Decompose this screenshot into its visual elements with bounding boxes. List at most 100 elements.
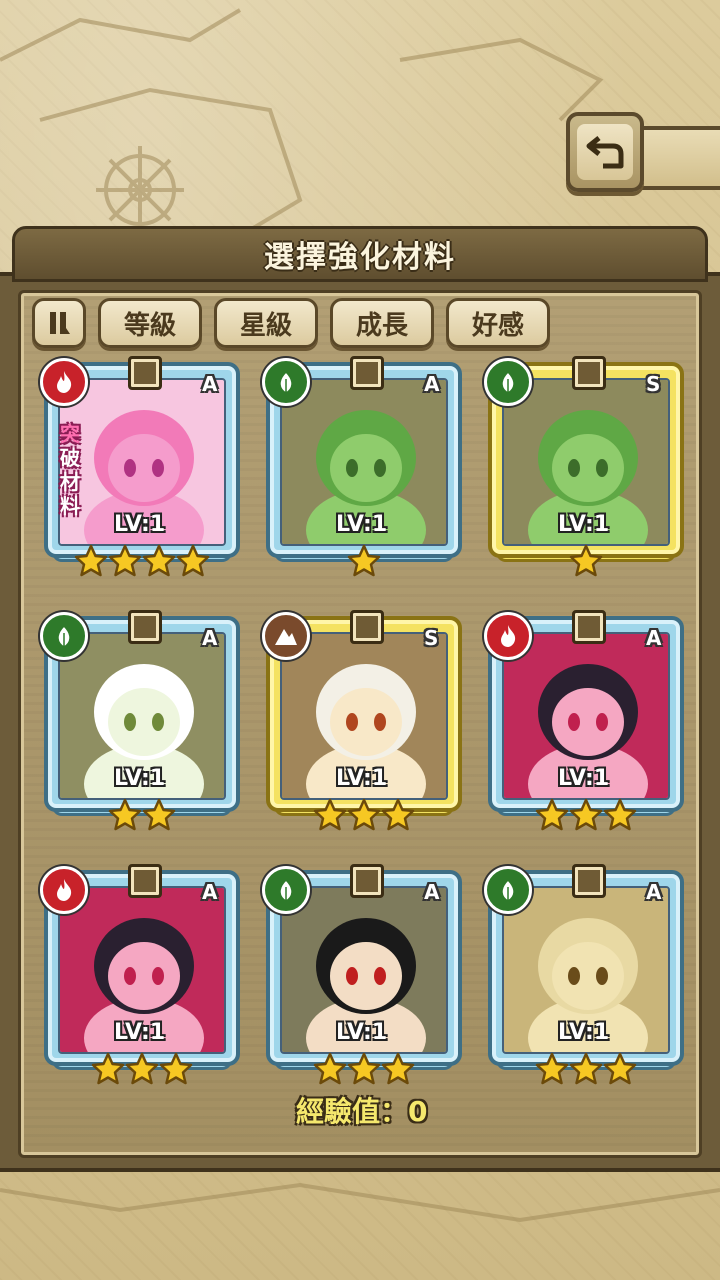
rank-label: A	[202, 626, 218, 650]
material-card[interactable]: LV:1 A	[40, 610, 240, 838]
filter-toggle-button[interactable]	[32, 298, 86, 348]
star-icon	[142, 544, 176, 577]
star-icon	[347, 798, 381, 831]
star-icon	[159, 1052, 193, 1085]
leaf-element-icon	[57, 624, 71, 648]
select-checkbox[interactable]	[350, 610, 384, 644]
breakthrough-char: 材	[60, 470, 80, 494]
rank-label: A	[646, 880, 662, 904]
sort-level-button[interactable]: 等級	[98, 298, 202, 348]
rank-label: S	[424, 626, 439, 650]
star-icon	[347, 544, 381, 577]
material-card[interactable]: LV:1 A	[262, 356, 462, 584]
star-icon	[108, 798, 142, 831]
star-icon	[347, 1052, 381, 1085]
fire-element-badge	[40, 358, 88, 406]
star-rating	[44, 1052, 240, 1086]
rank-label: A	[424, 880, 440, 904]
star-rating	[488, 798, 684, 832]
level-label: LV:1	[114, 512, 166, 537]
level-label: LV:1	[336, 1020, 388, 1045]
level-label: LV:1	[336, 766, 388, 791]
breakthrough-char: 突	[60, 422, 80, 446]
fire-element-badge	[484, 612, 532, 660]
rank-label: A	[646, 626, 662, 650]
rank-label: A	[202, 372, 218, 396]
material-card[interactable]: LV:1 A	[484, 610, 684, 838]
rank-label: A	[202, 880, 218, 904]
star-rating	[44, 798, 240, 832]
star-icon	[381, 1052, 415, 1085]
star-icon	[108, 544, 142, 577]
star-icon	[535, 1052, 569, 1085]
sort-star-button[interactable]: 星級	[214, 298, 318, 348]
fire-element-icon	[501, 625, 516, 647]
select-checkbox[interactable]	[572, 864, 606, 898]
star-icon	[313, 798, 347, 831]
earth-element-badge	[262, 612, 310, 660]
star-icon	[142, 798, 176, 831]
select-checkbox[interactable]	[572, 610, 606, 644]
pause-bars-icon	[50, 312, 70, 334]
level-label: LV:1	[558, 1020, 610, 1045]
leaf-element-icon	[501, 370, 515, 394]
select-checkbox[interactable]	[350, 864, 384, 898]
star-icon	[535, 798, 569, 831]
breakthrough-material-label: 突破材料	[58, 422, 82, 518]
star-icon	[74, 544, 108, 577]
back-button[interactable]	[566, 112, 644, 192]
leaf-element-badge	[40, 612, 88, 660]
sort-growth-button[interactable]: 成長	[330, 298, 434, 348]
leaf-element-icon	[501, 878, 515, 902]
material-card[interactable]: LV:1 A	[484, 864, 684, 1092]
star-icon	[176, 544, 210, 577]
select-checkbox[interactable]	[128, 356, 162, 390]
star-rating	[266, 1052, 462, 1086]
star-rating	[488, 1052, 684, 1086]
select-checkbox[interactable]	[128, 610, 162, 644]
level-label: LV:1	[336, 512, 388, 537]
material-card[interactable]: LV:1 S	[484, 356, 684, 584]
select-checkbox[interactable]	[350, 356, 384, 390]
return-arrow-icon	[586, 136, 624, 169]
star-icon	[603, 1052, 637, 1085]
star-icon	[125, 1052, 159, 1085]
level-label: LV:1	[114, 1020, 166, 1045]
material-card[interactable]: LV:1 A	[262, 864, 462, 1092]
star-icon	[569, 544, 603, 577]
select-checkbox[interactable]	[128, 864, 162, 898]
leaf-element-badge	[262, 866, 310, 914]
page-title: 選擇強化材料	[264, 240, 456, 275]
level-label: LV:1	[114, 766, 166, 791]
back-button-tab	[640, 126, 720, 190]
rank-label: A	[424, 372, 440, 396]
star-icon	[569, 798, 603, 831]
star-icon	[569, 1052, 603, 1085]
star-rating	[488, 544, 684, 578]
panel-header: 選擇強化材料	[12, 226, 708, 282]
select-checkbox[interactable]	[572, 356, 606, 390]
leaf-element-badge	[262, 358, 310, 406]
fire-element-icon	[57, 371, 72, 393]
star-icon	[91, 1052, 125, 1085]
earth-element-icon	[275, 629, 297, 645]
level-label: LV:1	[558, 512, 610, 537]
leaf-element-badge	[484, 866, 532, 914]
filter-bar: 等級 星級 成長 好感	[32, 298, 550, 348]
leaf-element-badge	[484, 358, 532, 406]
star-rating	[266, 544, 462, 578]
material-card[interactable]: LV:1 S	[262, 610, 462, 838]
material-card[interactable]: LV:1 A	[40, 864, 240, 1092]
breakthrough-char: 料	[60, 494, 80, 518]
star-icon	[603, 798, 637, 831]
rank-label: S	[646, 372, 661, 396]
leaf-element-icon	[279, 878, 293, 902]
star-icon	[313, 1052, 347, 1085]
leaf-element-icon	[279, 370, 293, 394]
material-card[interactable]: 突破材料 LV:1 A	[40, 356, 240, 584]
breakthrough-char: 破	[60, 446, 80, 470]
fire-element-badge	[40, 866, 88, 914]
sort-affection-button[interactable]: 好感	[446, 298, 550, 348]
exp-value: 經驗值：0	[296, 1095, 428, 1128]
star-rating	[266, 798, 462, 832]
